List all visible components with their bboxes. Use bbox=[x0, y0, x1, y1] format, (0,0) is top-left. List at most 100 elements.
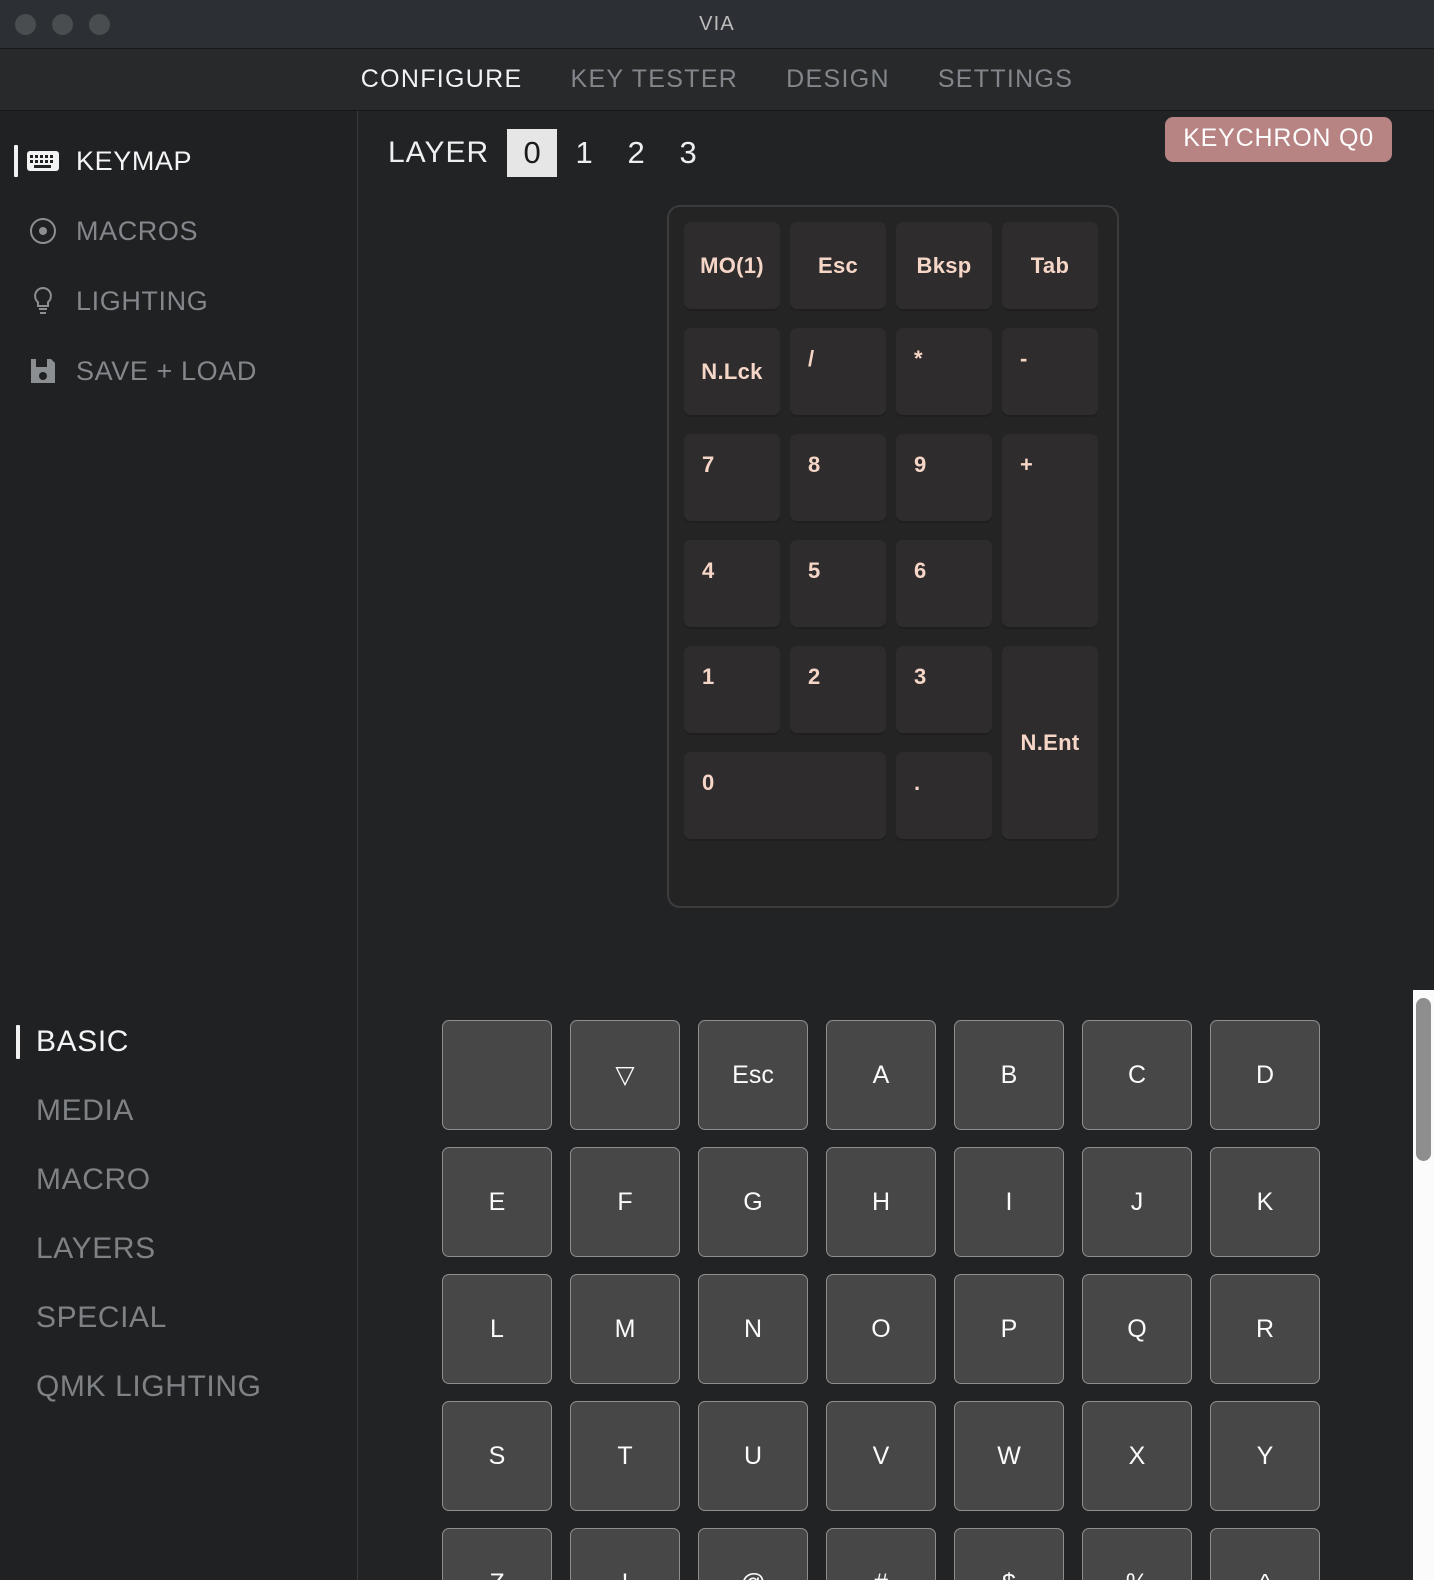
keycode-key[interactable]: M bbox=[570, 1274, 680, 1384]
keycode-key[interactable]: L bbox=[442, 1274, 552, 1384]
category-item-special[interactable]: SPECIAL bbox=[0, 1296, 357, 1340]
category-item-label: SPECIAL bbox=[36, 1301, 167, 1334]
active-indicator bbox=[16, 1025, 20, 1059]
keymap-key[interactable]: Esc bbox=[785, 217, 891, 323]
category-item-layers[interactable]: LAYERS bbox=[0, 1227, 357, 1271]
keycode-key[interactable]: % bbox=[1082, 1528, 1192, 1580]
keycode-key[interactable]: H bbox=[826, 1147, 936, 1257]
layer-button-0[interactable]: 0 bbox=[507, 129, 558, 177]
keycode-key[interactable]: # bbox=[826, 1528, 936, 1580]
keymap-key[interactable]: MO(1) bbox=[679, 217, 785, 323]
keycode-key[interactable]: Y bbox=[1210, 1401, 1320, 1511]
tab-configure[interactable]: CONFIGURE bbox=[361, 65, 523, 94]
keycode-key[interactable]: G bbox=[698, 1147, 808, 1257]
keymap-key[interactable]: 8 bbox=[785, 429, 891, 535]
keycap-label: 5 bbox=[808, 558, 821, 583]
keycode-key[interactable] bbox=[442, 1020, 552, 1130]
lightbulb-icon bbox=[26, 284, 60, 318]
keymap-key[interactable]: Tab bbox=[997, 217, 1103, 323]
keycode-key[interactable]: C bbox=[1082, 1020, 1192, 1130]
keycode-key[interactable]: B bbox=[954, 1020, 1064, 1130]
category-item-qmk-lighting[interactable]: QMK LIGHTING bbox=[0, 1365, 357, 1409]
keycode-key[interactable]: $ bbox=[954, 1528, 1064, 1580]
scrollbar-thumb[interactable] bbox=[1416, 998, 1431, 1161]
layer-button-3[interactable]: 3 bbox=[663, 129, 713, 177]
keymap-key[interactable]: 5 bbox=[785, 535, 891, 641]
category-item-macro[interactable]: MACRO bbox=[0, 1158, 357, 1202]
category-item-label: MACRO bbox=[36, 1163, 151, 1196]
category-item-media[interactable]: MEDIA bbox=[0, 1089, 357, 1133]
keypicker-pane: BASIC MEDIA MACRO LAYERS SPECIAL QMK LIGHTING… bbox=[0, 990, 1434, 1580]
keymap-key[interactable]: 9 bbox=[891, 429, 997, 535]
category-item-basic[interactable]: BASIC bbox=[0, 1020, 357, 1064]
device-name-badge[interactable]: KEYCHRON Q0 bbox=[1165, 117, 1392, 162]
keycode-key[interactable]: X bbox=[1082, 1401, 1192, 1511]
keycode-key[interactable]: I bbox=[954, 1147, 1064, 1257]
keycode-key[interactable]: F bbox=[570, 1147, 680, 1257]
app-title: VIA bbox=[699, 12, 735, 35]
keymap-key[interactable]: 4 bbox=[679, 535, 785, 641]
keycode-key[interactable]: Q bbox=[1082, 1274, 1192, 1384]
keycode-key[interactable]: J bbox=[1082, 1147, 1192, 1257]
keycode-key[interactable]: V bbox=[826, 1401, 936, 1511]
sidebar-item-label: LIGHTING bbox=[76, 285, 209, 316]
keypicker-scrollbar[interactable] bbox=[1413, 990, 1434, 1580]
sidebar-item-lighting[interactable]: LIGHTING bbox=[0, 277, 357, 325]
keycode-key[interactable]: Esc bbox=[698, 1020, 808, 1130]
keycode-key[interactable]: U bbox=[698, 1401, 808, 1511]
sidebar-item-macros[interactable]: MACROS bbox=[0, 207, 357, 255]
keymap-key[interactable]: / bbox=[785, 323, 891, 429]
sidebar-item-keymap[interactable]: KEYMAP bbox=[0, 137, 357, 185]
keycode-key[interactable]: T bbox=[570, 1401, 680, 1511]
keycode-key[interactable]: @ bbox=[698, 1528, 808, 1580]
keycode-key[interactable]: Z bbox=[442, 1528, 552, 1580]
keycap: Bksp bbox=[896, 222, 992, 309]
keycap-label: 0 bbox=[702, 770, 715, 795]
keycode-key[interactable]: K bbox=[1210, 1147, 1320, 1257]
tab-design[interactable]: DESIGN bbox=[786, 65, 890, 94]
active-indicator bbox=[14, 145, 18, 177]
keymap-key[interactable]: - bbox=[997, 323, 1103, 429]
keymap-key[interactable]: * bbox=[891, 323, 997, 429]
keycode-key[interactable]: D bbox=[1210, 1020, 1320, 1130]
tab-key-tester[interactable]: KEY TESTER bbox=[570, 65, 738, 94]
layer-button-1[interactable]: 1 bbox=[559, 129, 609, 177]
keycode-key[interactable]: ^ bbox=[1210, 1528, 1320, 1580]
keycap-label: MO(1) bbox=[700, 252, 764, 278]
keyboard-icon bbox=[26, 144, 60, 178]
keymap-key[interactable]: N.Lck bbox=[679, 323, 785, 429]
title-bar: VIA bbox=[0, 0, 1434, 49]
keycode-key[interactable]: N bbox=[698, 1274, 808, 1384]
keycode-key[interactable]: A bbox=[826, 1020, 936, 1130]
keycap: 7 bbox=[684, 434, 780, 521]
keymap-key-grid: MO(1) Esc Bksp Tab N.Lck / * - 7 8 9 +4 5 6 1 2 3 N.Ent 0. bbox=[679, 217, 1107, 896]
layer-button-2[interactable]: 2 bbox=[611, 129, 661, 177]
keycode-row: STUVWXY bbox=[442, 1401, 1414, 1511]
tab-settings[interactable]: SETTINGS bbox=[938, 65, 1073, 94]
keymap-key[interactable]: 2 bbox=[785, 641, 891, 747]
keymap-key[interactable]: N.Ent bbox=[997, 641, 1103, 853]
sidebar-item-save-load[interactable]: SAVE + LOAD bbox=[0, 347, 357, 395]
keymap-key[interactable]: 1 bbox=[679, 641, 785, 747]
keycap-label: 1 bbox=[702, 664, 715, 689]
keycode-key[interactable]: E bbox=[442, 1147, 552, 1257]
keycode-key[interactable]: ! bbox=[570, 1528, 680, 1580]
keycode-key[interactable]: P bbox=[954, 1274, 1064, 1384]
keycode-key[interactable]: ▽ bbox=[570, 1020, 680, 1130]
keycap-label: 9 bbox=[914, 452, 927, 477]
keymap-key[interactable]: 7 bbox=[679, 429, 785, 535]
keymap-key[interactable]: 0 bbox=[679, 747, 891, 853]
keycap: 5 bbox=[790, 540, 886, 627]
sidebar-item-label: KEYMAP bbox=[76, 145, 193, 176]
keymap-key[interactable]: 3 bbox=[891, 641, 997, 747]
sidebar-item-label: SAVE + LOAD bbox=[76, 355, 257, 386]
keymap-key[interactable]: 6 bbox=[891, 535, 997, 641]
keymap-key[interactable]: . bbox=[891, 747, 997, 853]
floppy-disk-icon bbox=[26, 354, 60, 388]
keycode-key[interactable]: W bbox=[954, 1401, 1064, 1511]
keycode-key[interactable]: R bbox=[1210, 1274, 1320, 1384]
keymap-key[interactable]: Bksp bbox=[891, 217, 997, 323]
keycode-key[interactable]: S bbox=[442, 1401, 552, 1511]
keycode-key[interactable]: O bbox=[826, 1274, 936, 1384]
keymap-key[interactable]: + bbox=[997, 429, 1103, 641]
